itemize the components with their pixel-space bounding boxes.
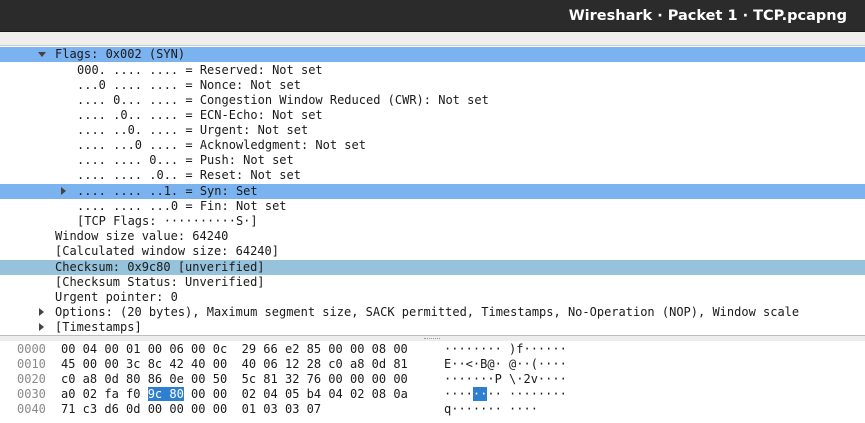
flag-push: .... .... 0... = Push: Not set bbox=[77, 153, 294, 167]
byte-offset: 0030 bbox=[17, 387, 46, 401]
byte-offset: 0040 bbox=[17, 402, 46, 416]
tree-row-window-size[interactable]: Window size value: 64240 bbox=[0, 229, 865, 244]
hex-bytes[interactable]: 45 00 00 3c 8c 42 40 00 40 06 12 28 c0 a… bbox=[61, 357, 408, 372]
bytes-row[interactable]: 0000 00 04 00 01 00 06 00 0c 29 66 e2 85… bbox=[0, 342, 865, 357]
collapsed-arrow-icon[interactable] bbox=[59, 184, 69, 199]
hex-bytes[interactable]: c0 a8 0d 80 86 0e 00 50 5c 81 32 76 00 0… bbox=[61, 372, 408, 387]
collapsed-arrow-icon[interactable] bbox=[37, 320, 47, 335]
flag-cwr: .... 0... .... = Congestion Window Reduc… bbox=[77, 93, 489, 107]
checksum-status: [Checksum Status: Unverified] bbox=[55, 275, 265, 289]
tree-row-urgent-flag[interactable]: .... ..0. .... = Urgent: Not set bbox=[0, 123, 865, 138]
hex-bytes[interactable]: a0 02 fa f0 9c 80 00 00 02 04 05 b4 04 0… bbox=[61, 387, 408, 402]
urgent-pointer: Urgent pointer: 0 bbox=[55, 290, 178, 304]
tcp-options: Options: (20 bytes), Maximum segment siz… bbox=[55, 305, 800, 319]
bytes-row[interactable]: 0040 71 c3 d6 0d 00 00 00 00 01 03 03 07… bbox=[0, 402, 865, 417]
bytes-row[interactable]: 0010 45 00 00 3c 8c 42 40 00 40 06 12 28… bbox=[0, 357, 865, 372]
tree-row-checksum[interactable]: Checksum: 0x9c80 [unverified] bbox=[0, 260, 865, 275]
tree-row-reserved[interactable]: 000. .... .... = Reserved: Not set bbox=[0, 63, 865, 78]
tree-row-flags[interactable]: Flags: 0x002 (SYN) bbox=[0, 47, 865, 62]
tree-row-checksum-status[interactable]: [Checksum Status: Unverified] bbox=[0, 275, 865, 290]
window-title: Wireshark · Packet 1 · TCP.pcapng bbox=[568, 8, 847, 24]
hex-bytes-pre: a0 02 fa f0 bbox=[61, 387, 148, 401]
flags-label: Flags: 0x002 (SYN) bbox=[55, 47, 186, 61]
byte-offset: 0000 bbox=[17, 342, 46, 356]
toolbar-gap bbox=[0, 32, 865, 45]
ascii-bytes[interactable]: ········ ········ bbox=[444, 387, 567, 402]
byte-offset: 0020 bbox=[17, 372, 46, 386]
ascii-bytes[interactable]: ·······P \·2v···· bbox=[444, 372, 567, 387]
flag-reserved: 000. .... .... = Reserved: Not set bbox=[77, 63, 323, 77]
expand-arrow-icon[interactable] bbox=[37, 47, 47, 62]
tree-row-calc-window[interactable]: [Calculated window size: 64240] bbox=[0, 244, 865, 259]
bytes-row[interactable]: 0020 c0 a8 0d 80 86 0e 00 50 5c 81 32 76… bbox=[0, 372, 865, 387]
flag-acknowledgment: .... ...0 .... = Acknowledgment: Not set bbox=[77, 138, 366, 152]
flag-reset: .... .... .0.. = Reset: Not set bbox=[77, 168, 301, 182]
ascii-post: ·· ········ bbox=[487, 387, 567, 401]
ascii-pre: ···· bbox=[444, 387, 473, 401]
tree-row-push[interactable]: .... .... 0... = Push: Not set bbox=[0, 153, 865, 168]
tree-row-options[interactable]: Options: (20 bytes), Maximum segment siz… bbox=[0, 305, 865, 320]
tree-row-tcp-flags[interactable]: [TCP Flags: ··········S·] bbox=[0, 214, 865, 229]
tree-row-timestamps[interactable]: [Timestamps] bbox=[0, 320, 865, 335]
checksum-value: Checksum: 0x9c80 [unverified] bbox=[55, 260, 265, 274]
window-size-value: Window size value: 64240 bbox=[55, 229, 229, 243]
hex-bytes[interactable]: 00 04 00 01 00 06 00 0c 29 66 e2 85 00 0… bbox=[61, 342, 408, 357]
flag-nonce: ...0 .... .... = Nonce: Not set bbox=[77, 78, 301, 92]
calculated-window-size: [Calculated window size: 64240] bbox=[55, 244, 279, 258]
title-bar: Wireshark · Packet 1 · TCP.pcapng bbox=[0, 0, 865, 32]
ascii-bytes[interactable]: q······· ···· bbox=[444, 402, 538, 417]
timestamps: [Timestamps] bbox=[55, 320, 142, 334]
ascii-bytes[interactable]: E··<·B@· @··(···· bbox=[444, 357, 567, 372]
tree-row-cwr[interactable]: .... 0... .... = Congestion Window Reduc… bbox=[0, 93, 865, 108]
ascii-bytes[interactable]: ········ )f······ bbox=[444, 342, 567, 357]
bytes-row[interactable]: 0030 a0 02 fa f0 9c 80 00 00 02 04 05 b4… bbox=[0, 387, 865, 402]
byte-offset: 0010 bbox=[17, 357, 46, 371]
tree-row-syn[interactable]: .... .... ..1. = Syn: Set bbox=[0, 184, 865, 199]
tree-row-reset[interactable]: .... .... .0.. = Reset: Not set bbox=[0, 168, 865, 183]
tree-row-fin[interactable]: .... .... ...0 = Fin: Not set bbox=[0, 199, 865, 214]
flag-urgent: .... ..0. .... = Urgent: Not set bbox=[77, 123, 309, 137]
packet-details-tree[interactable]: Flags: 0x002 (SYN) 000. .... .... = Rese… bbox=[0, 45, 865, 336]
flag-ecn-echo: .... .0.. .... = ECN-Echo: Not set bbox=[77, 108, 323, 122]
flag-syn: .... .... ..1. = Syn: Set bbox=[77, 184, 258, 198]
flag-fin: .... .... ...0 = Fin: Not set bbox=[77, 199, 287, 213]
tcp-flags-summary: [TCP Flags: ··········S·] bbox=[77, 214, 258, 228]
tree-row-nonce[interactable]: ...0 .... .... = Nonce: Not set bbox=[0, 78, 865, 93]
tree-row-urgent-pointer[interactable]: Urgent pointer: 0 bbox=[0, 290, 865, 305]
hex-bytes[interactable]: 71 c3 d6 0d 00 00 00 00 01 03 03 07 bbox=[61, 402, 321, 417]
tree-row-ack[interactable]: .... ...0 .... = Acknowledgment: Not set bbox=[0, 138, 865, 153]
ascii-highlight[interactable]: ·· bbox=[472, 387, 488, 401]
collapsed-arrow-icon[interactable] bbox=[37, 305, 47, 320]
tree-row-ecn[interactable]: .... .0.. .... = ECN-Echo: Not set bbox=[0, 108, 865, 123]
packet-bytes-pane[interactable]: 0000 00 04 00 01 00 06 00 0c 29 66 e2 85… bbox=[0, 341, 865, 423]
hex-bytes-highlight[interactable]: 9c 80 bbox=[147, 387, 184, 401]
hex-bytes-post: 00 00 02 04 05 b4 04 02 08 0a bbox=[183, 387, 408, 401]
